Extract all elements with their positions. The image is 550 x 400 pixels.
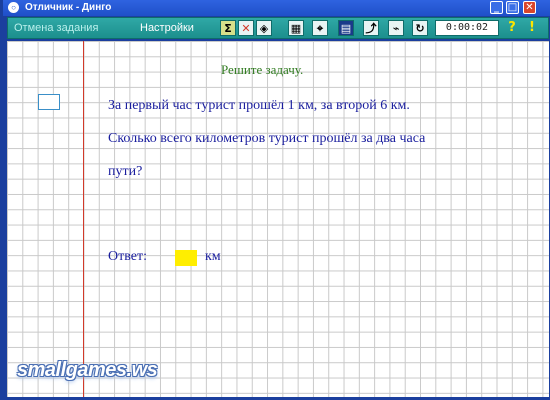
close-button[interactable]: ✕	[523, 1, 536, 14]
window-title: Отличник - Динго	[25, 2, 112, 13]
chart-icon[interactable]: ⤴	[363, 20, 379, 36]
timer-display: 0:00:02	[435, 20, 499, 36]
refresh-icon[interactable]: ↻	[412, 20, 428, 36]
app-window: ○ Отличник - Динго _ □ ✕ Отмена задания …	[0, 0, 550, 400]
minimize-button[interactable]: _	[490, 1, 503, 14]
margin-line	[83, 41, 84, 397]
settings-menu[interactable]: Настройки	[140, 22, 194, 34]
maximize-button[interactable]: □	[506, 1, 519, 14]
sum-icon[interactable]: Σ	[220, 20, 236, 36]
ruler-icon[interactable]: ⌁	[388, 20, 404, 36]
task-checkbox[interactable]	[38, 94, 60, 110]
answer-unit: км	[205, 249, 221, 264]
title-bar: ○ Отличник - Динго _ □ ✕	[3, 0, 550, 16]
pin-icon[interactable]: ⌖	[312, 20, 328, 36]
answer-input[interactable]	[175, 250, 197, 266]
cancel-task-menu[interactable]: Отмена задания	[14, 22, 98, 34]
task-heading: Решите задачу.	[221, 62, 304, 77]
alert-icon[interactable]: !	[524, 20, 540, 36]
answer-label: Ответ:	[108, 249, 147, 264]
toolbar: Отмена задания Настройки Σ ✕ ◈ ▦ ⌖ ▤ ⤴ ⌁…	[7, 17, 549, 39]
problem-text: За первый час турист прошёл 1 км, за вто…	[108, 98, 426, 179]
grid-icon[interactable]: ▦	[288, 20, 304, 36]
app-icon: ○	[8, 2, 19, 13]
eraser-icon[interactable]: ◈	[256, 20, 272, 36]
help-icon[interactable]: ?	[504, 20, 520, 36]
notebook-paper: Решите задачу. За первый час турист прош…	[7, 41, 549, 397]
x-icon[interactable]: ✕	[238, 20, 254, 36]
watermark-logo: smallgames.ws	[17, 359, 158, 381]
lines-icon[interactable]: ▤	[338, 20, 354, 36]
